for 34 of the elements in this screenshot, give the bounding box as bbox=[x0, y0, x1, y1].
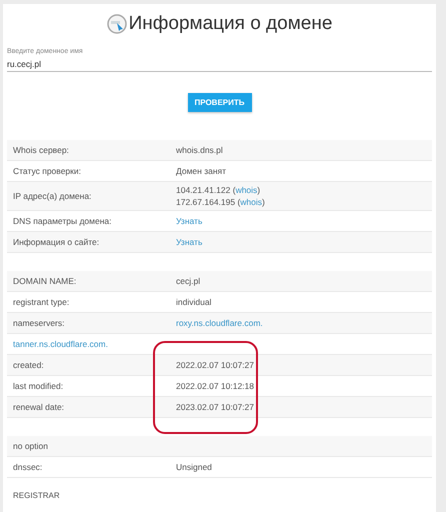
logo-icon bbox=[106, 14, 127, 34]
field-label-text: renewal date: bbox=[13, 402, 64, 412]
field-value-text: 172.67.164.195 (whois) bbox=[176, 197, 265, 207]
field-value-text: whois.dns.pl bbox=[176, 145, 223, 155]
section-heading: REGISTRAR bbox=[12, 491, 61, 500]
domain-input-field[interactable]: ru.cecj.pl bbox=[7, 59, 432, 72]
field-value-text: 2023.02.07 10:07:27 bbox=[176, 402, 254, 412]
field-label-text: registrant type: bbox=[13, 297, 70, 307]
link[interactable]: roxy.ns.cloudflare.com. bbox=[176, 318, 263, 328]
field-value-text: cecj.pl bbox=[176, 276, 200, 286]
field-label-text: created: bbox=[13, 360, 44, 370]
field-label-text: no option bbox=[13, 441, 48, 451]
field-label-text: Статус проверки: bbox=[13, 166, 81, 176]
field-label-text: last modified: bbox=[13, 381, 64, 391]
field-value-text: 2022.02.07 10:12:18 bbox=[176, 381, 254, 391]
field-label-text: nameservers: bbox=[13, 318, 64, 328]
field-label-text: dnssec: bbox=[13, 462, 42, 472]
field-label-text: IP адрес(а) домена: bbox=[13, 191, 92, 201]
link[interactable]: tanner.ns.cloudflare.com. bbox=[13, 339, 108, 349]
whois-link[interactable]: whois bbox=[236, 185, 258, 195]
field-label-text: DOMAIN NAME: bbox=[13, 276, 76, 286]
check-button[interactable]: ПРОВЕРИТЬ bbox=[188, 93, 252, 112]
field-label-text: DNS параметры домена: bbox=[13, 216, 112, 226]
link[interactable]: Узнать bbox=[176, 216, 202, 226]
link[interactable]: Узнать bbox=[176, 237, 202, 247]
field-value-text: Unsigned bbox=[176, 462, 212, 472]
whois-link[interactable]: whois bbox=[240, 197, 262, 207]
field-value-text: 2022.02.07 10:07:27 bbox=[176, 360, 254, 370]
page-title: Информация о домене bbox=[128, 13, 332, 35]
field-value-text: individual bbox=[176, 297, 212, 307]
field-value-text: Домен занят bbox=[176, 166, 226, 176]
field-label-text: Информация о сайте: bbox=[13, 237, 100, 247]
field-label-text: Whois сервер: bbox=[13, 145, 69, 155]
field-value-text: 104.21.41.122 (whois) bbox=[176, 185, 262, 195]
